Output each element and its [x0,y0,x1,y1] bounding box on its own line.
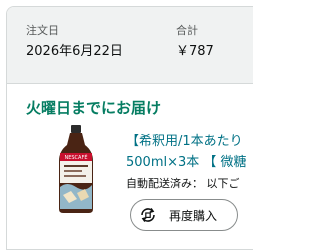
order-card: 注文日 2026年6月22日 合計 ￥787 火曜日までにお届け NESCAFÉ… [6,6,253,250]
product-title-line2[interactable]: 500ml×3本 【 微糖 [126,151,247,170]
svg-text:NESCAFÉ: NESCAFÉ [64,153,87,161]
product-title-line1[interactable]: 【希釈用/1本あたり [126,130,243,149]
delivery-status: 火曜日までにお届け [26,99,162,117]
order-total-label: 合計 [176,24,198,37]
subscription-note: 自動配送済み： 以下ご [126,177,240,190]
rebuy-label: 再度購入 [169,208,218,223]
order-date-value: 2026年6月22日 [26,44,123,59]
rebuy-button[interactable]: 再度購入 [130,199,238,231]
rebuy-cycle-icon [141,208,155,222]
order-date-label: 注文日 [26,24,59,37]
order-total-value: ￥787 [176,44,214,59]
product-image[interactable]: NESCAFÉ [51,125,101,213]
order-card-header: 注文日 2026年6月22日 合計 ￥787 [7,7,253,84]
